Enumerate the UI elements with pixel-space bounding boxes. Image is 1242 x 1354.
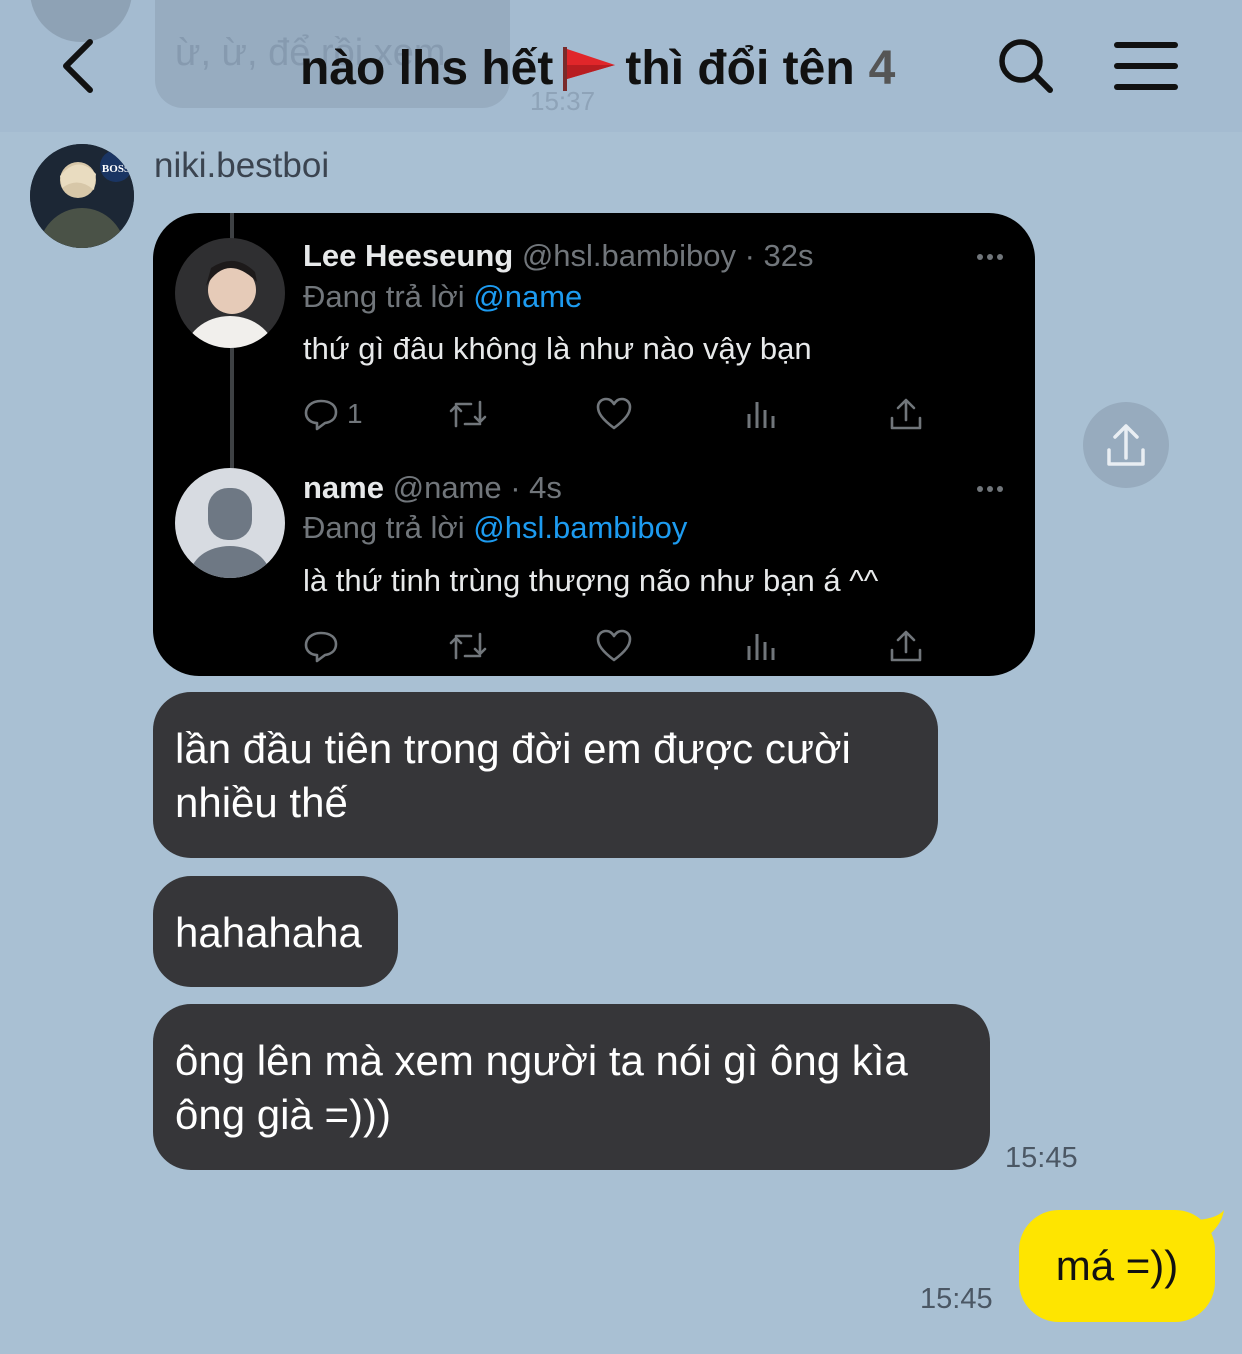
sender-avatar[interactable]: BOSS xyxy=(30,144,134,248)
reply-icon xyxy=(304,631,338,663)
heart-icon xyxy=(596,397,632,430)
message-text: lần đầu tiên trong đời em được cười nhiề… xyxy=(175,725,851,826)
svg-text:BOSS: BOSS xyxy=(102,163,130,175)
message-bubble[interactable]: ông lên mà xem người ta nói gì ông kìa ô… xyxy=(153,1004,990,1170)
retweet-action xyxy=(447,394,489,434)
message-bubble[interactable]: hahahaha xyxy=(153,876,398,987)
chevron-left-icon xyxy=(63,39,93,93)
tweet1-header: Lee Heeseung @hsl.bambiboy · 32s xyxy=(303,238,813,274)
tweet2-header: name @name · 4s xyxy=(303,470,562,506)
tweet2-actions xyxy=(303,626,933,666)
message-time: 15:45 xyxy=(1005,1142,1078,1174)
tweet2-replying-label: Đang trả lời xyxy=(303,510,465,545)
reply-icon xyxy=(304,399,338,431)
views-action xyxy=(745,394,777,434)
share-action xyxy=(889,626,923,666)
tweet2-handle-time: @name · 4s xyxy=(392,470,562,505)
chat-title-part1: nào lhs hết xyxy=(300,41,554,95)
chat-title-part2: thì đổi tên xyxy=(625,41,855,95)
tweet2-display-name: name xyxy=(303,470,384,505)
my-message-text: má =)) xyxy=(1055,1242,1179,1289)
retweet-action xyxy=(447,626,489,666)
message-bubble[interactable]: lần đầu tiên trong đời em được cười nhiề… xyxy=(153,692,938,858)
message-text: ông lên mà xem người ta nói gì ông kìa ô… xyxy=(175,1037,908,1138)
more-options-icon xyxy=(977,486,1003,492)
back-button[interactable] xyxy=(56,36,106,96)
chat-title[interactable]: nào lhs hết thì đổi tên 4 xyxy=(300,36,895,100)
retweet-icon xyxy=(449,632,487,660)
tweet2-mention: @hsl.bambiboy xyxy=(473,510,688,545)
like-action xyxy=(596,394,632,434)
views-icon xyxy=(747,402,775,428)
share-icon xyxy=(890,630,922,662)
hamburger-menu-icon xyxy=(1114,42,1178,90)
search-icon xyxy=(999,39,1053,93)
reply-action xyxy=(303,626,339,666)
menu-button[interactable] xyxy=(1114,40,1178,92)
heart-icon xyxy=(596,629,632,662)
share-image-button[interactable] xyxy=(1083,402,1169,488)
red-flag-icon xyxy=(559,43,619,93)
my-message-bubble[interactable]: má =)) xyxy=(1019,1210,1215,1322)
tweet1-display-name: Lee Heeseung xyxy=(303,238,514,273)
share-icon xyxy=(890,398,922,430)
tweet2-replying: Đang trả lời @hsl.bambiboy xyxy=(303,510,687,546)
tweet1-handle-time: @hsl.bambiboy · 32s xyxy=(521,238,814,273)
message-text: hahahaha xyxy=(175,909,362,956)
my-message-time: 15:45 xyxy=(920,1283,993,1315)
share-action xyxy=(889,394,923,434)
views-icon xyxy=(747,634,775,660)
tweet1-avatar xyxy=(175,238,285,348)
sender-name: niki.bestboi xyxy=(154,146,330,185)
tweet1-text: thứ gì đâu không là như nào vậy bạn xyxy=(303,331,812,366)
tweet1-replying-label: Đang trả lời xyxy=(303,279,465,314)
tweet1-replying: Đang trả lời @name xyxy=(303,279,582,315)
tweet-screenshot-image[interactable]: Lee Heeseung @hsl.bambiboy · 32s Đang tr… xyxy=(153,213,1035,676)
tweet1-mention: @name xyxy=(473,279,583,314)
retweet-icon xyxy=(449,400,487,428)
reply-count: 1 xyxy=(347,398,363,429)
chat-header: ừ, ừ, để rồi xem 15:37 nào lhs hết thì đ… xyxy=(0,0,1242,132)
reply-action: 1 xyxy=(303,394,363,434)
search-button[interactable] xyxy=(996,36,1056,96)
views-action xyxy=(745,626,777,666)
more-options-icon xyxy=(977,254,1003,260)
member-count: 4 xyxy=(868,41,896,95)
share-icon xyxy=(1107,424,1145,466)
tweet2-avatar xyxy=(175,468,285,578)
tweet1-actions: 1 xyxy=(303,394,933,434)
like-action xyxy=(596,626,632,666)
tweet2-text: là thứ tinh trùng thượng não như bạn á ^… xyxy=(303,563,879,598)
